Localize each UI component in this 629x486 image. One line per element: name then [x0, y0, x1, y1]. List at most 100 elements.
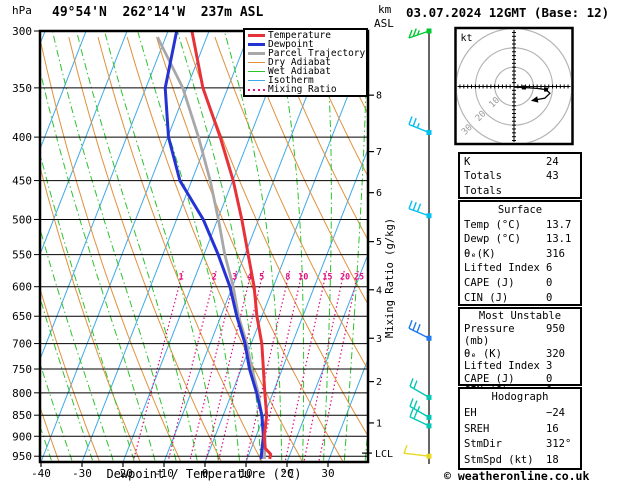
hodograph-table: Hodograph EH −24 SREH 16 StmDir 312° StmSpd (kt… [458, 387, 582, 470]
row-value: 43 [546, 170, 559, 183]
legend-line-sample [248, 43, 265, 46]
wind-barb [408, 320, 432, 341]
table-row: StmSpd (kt) 18 [464, 453, 576, 469]
legend-line-sample [248, 71, 265, 72]
stability-indices-table: K24Totals Totals43PW (cm)2.49 [458, 152, 582, 211]
table-row: CIN (J) 0 [464, 291, 576, 306]
wind-barb [409, 378, 432, 400]
row-label: θₑ(K) [464, 247, 496, 260]
station-title: 49°54'N 262°14'W 237m ASL [52, 5, 264, 20]
row-label: Lifted Index [464, 262, 540, 275]
table-row: CAPE (J) 0 [464, 276, 576, 291]
table-row: K 24 [464, 155, 576, 169]
svg-text:25: 25 [354, 273, 364, 283]
row-value: 3 [546, 360, 553, 372]
svg-text:450: 450 [12, 175, 32, 188]
legend-item: Mixing Ratio [248, 85, 366, 94]
wind-barb [408, 200, 432, 219]
row-value: 0 [546, 291, 553, 304]
table-row: SREH 16 [464, 422, 576, 438]
row-value: 18 [546, 454, 559, 467]
table-title: Hodograph [491, 391, 549, 403]
row-label: Totals Totals [464, 170, 502, 197]
table-row: θₑ (K) 320 [464, 348, 576, 361]
svg-text:20: 20 [474, 109, 489, 124]
svg-text:500: 500 [12, 213, 32, 226]
svg-text:700: 700 [12, 338, 32, 351]
svg-text:950: 950 [12, 450, 32, 463]
svg-text:30: 30 [460, 123, 475, 138]
x-axis-title: Dewpoint / Temperature (°C) [106, 467, 302, 481]
mixing-ratio-axis-label: Mixing Ratio (g/kg) [384, 218, 396, 338]
row-label: SREH [464, 422, 490, 435]
svg-text:900: 900 [12, 430, 32, 443]
svg-text:8: 8 [285, 273, 290, 283]
legend: Temperature Dewpoint Parcel Trajectory Dry … [243, 28, 368, 97]
svg-text:3: 3 [376, 334, 382, 345]
surface-table: Surface Temp (°C) 13.7 Dewp (°C) 13.1 θₑ(K) 31… [458, 200, 582, 306]
row-value: 6 [546, 262, 553, 275]
row-value: 320 [546, 347, 565, 360]
table-title: Most Unstable [478, 310, 562, 322]
parcel-trajectory-curve [156, 36, 267, 459]
mixing-ratio-value-labels: 1 2 3 4 5 8 10 15 20 25 [178, 273, 364, 283]
svg-text:5: 5 [376, 237, 382, 248]
svg-text:550: 550 [12, 249, 32, 262]
legend-line-sample [248, 62, 265, 63]
svg-text:350: 350 [12, 82, 32, 95]
svg-text:15: 15 [322, 273, 332, 283]
altitude-axis-unit-km: km [378, 3, 392, 16]
svg-text:6: 6 [376, 188, 382, 199]
svg-text:2: 2 [212, 273, 217, 283]
row-value: 950 [546, 322, 565, 335]
row-label: EH [464, 406, 477, 419]
svg-text:1: 1 [178, 273, 183, 283]
svg-text:4: 4 [376, 285, 382, 296]
row-label: K [464, 156, 471, 168]
svg-text:LCL: LCL [375, 449, 393, 460]
datetime-title: 03.07.2024 12GMT (Base: 12) [406, 5, 610, 20]
row-value: 16 [546, 422, 559, 435]
most-unstable-table: Most Unstable Pressure (mb) 950 θₑ (K) 320 Li… [458, 307, 582, 397]
row-label: Temp (°C) [464, 218, 521, 231]
svg-text:8: 8 [376, 91, 382, 102]
row-label: Lifted Index [464, 360, 540, 372]
svg-text:600: 600 [12, 281, 32, 294]
row-label: StmDir [464, 438, 502, 451]
svg-text:Mixing Ratio (g/kg): Mixing Ratio (g/kg) [384, 218, 396, 338]
svg-text:2: 2 [376, 377, 382, 388]
legend-line-sample [248, 52, 265, 55]
table-row: StmDir 312° [464, 437, 576, 453]
legend-line-sample [248, 80, 265, 81]
row-label: CIN (J) [464, 291, 509, 304]
hodograph-rings: 102030 [457, 29, 571, 143]
row-value: −24 [546, 406, 565, 419]
row-value: 13.7 [546, 218, 572, 231]
row-label: CAPE (J) [464, 276, 515, 289]
wind-barb-column [403, 28, 432, 464]
row-value: 312° [546, 438, 572, 451]
table-row: Lifted Index 6 [464, 261, 576, 276]
copyright-credit: © weatheronline.co.uk [444, 469, 590, 483]
table-title: Surface [497, 204, 543, 216]
row-value: 316 [546, 247, 565, 260]
svg-text:10: 10 [487, 96, 502, 111]
pressure-axis-unit-label: hPa [12, 4, 32, 17]
row-value: 24 [546, 156, 559, 168]
table-row: Lifted Index 3 [464, 360, 576, 373]
svg-text:kt: kt [461, 33, 473, 44]
wind-barb [408, 28, 432, 39]
row-label: CAPE (J) [464, 372, 515, 385]
wind-barb [408, 116, 432, 135]
row-label: Dewp (°C) [464, 233, 521, 246]
svg-text:5: 5 [259, 273, 264, 283]
table-row: Temp (°C) 13.7 [464, 218, 576, 233]
table-row: θₑ(K) 316 [464, 247, 576, 262]
svg-text:850: 850 [12, 409, 32, 422]
svg-text:20: 20 [340, 273, 350, 283]
hodograph-plot: 102030kt [454, 26, 574, 146]
table-row: CAPE (J) 0 [464, 373, 576, 386]
svg-text:750: 750 [12, 363, 32, 376]
row-label: Pressure (mb) [464, 322, 515, 348]
skewt-sounding-page: 1 2 3 4 5 8 10 15 20 25 300 350 400 450 500 550 600 650 70… [0, 0, 629, 486]
